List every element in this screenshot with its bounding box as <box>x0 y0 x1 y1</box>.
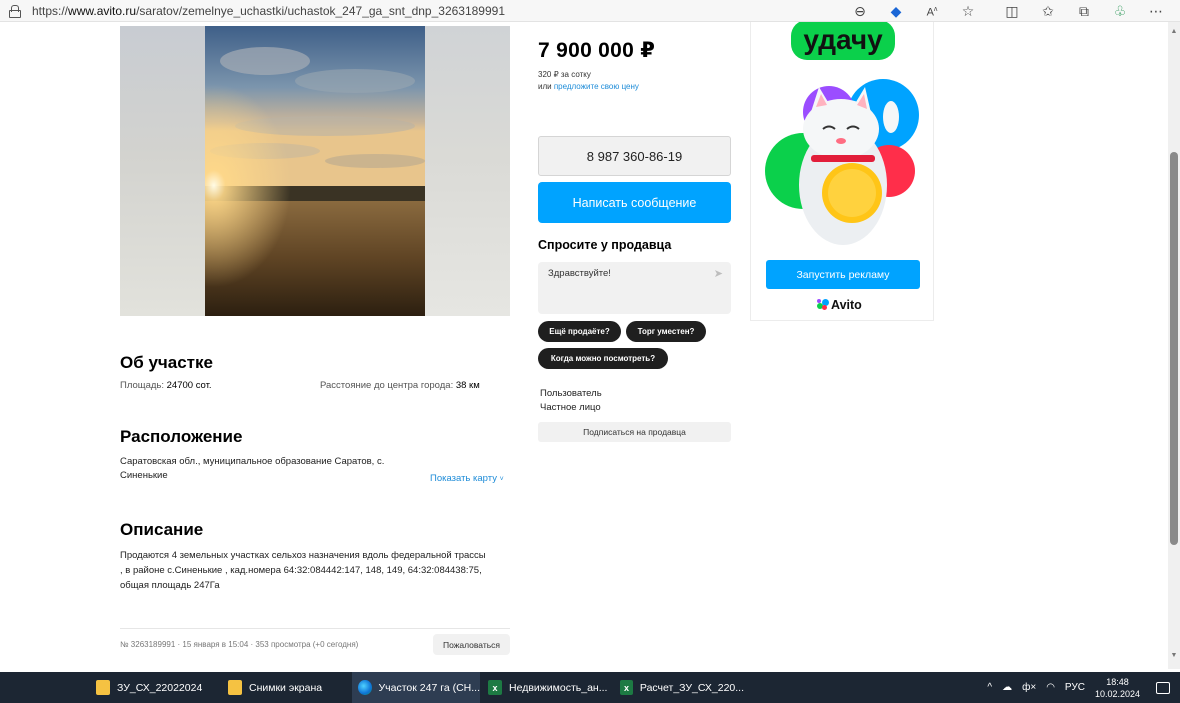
url-scheme: https:// <box>32 3 69 18</box>
gallery-blur-right <box>425 26 510 316</box>
ask-seller-title: Спросите у продавца <box>538 238 672 252</box>
listing-meta: № 3263189991 · 15 января в 15:04 · 353 п… <box>120 640 359 649</box>
url-domain: www.avito.ru <box>68 3 137 18</box>
taskbar-item-folder-1[interactable]: ЗУ_СХ_22022024 <box>96 672 226 703</box>
offer-prefix: или <box>538 82 554 91</box>
seller-info[interactable]: Пользователь Частное лицо <box>540 387 602 415</box>
price-details: 320 ₽ за сотку или предложите свою цену <box>538 69 639 93</box>
listing-photo[interactable] <box>205 26 425 316</box>
offer-price-link[interactable]: предложите свою цену <box>554 82 639 91</box>
scroll-up-icon[interactable]: ▲ <box>1168 28 1180 35</box>
price-per-unit: 320 ₽ за сотку <box>538 70 591 79</box>
photo-gallery[interactable] <box>120 26 510 316</box>
area-value: 24700 сот. <box>166 380 212 391</box>
favorite-icon[interactable]: ☆ <box>950 0 986 22</box>
price: 7 900 000 ₽ <box>538 39 656 62</box>
area-label: Площадь: <box>120 380 167 391</box>
scrollbar-thumb[interactable] <box>1170 152 1178 545</box>
subscribe-button[interactable]: Подписаться на продавца <box>538 422 731 442</box>
browser-toolbar: https://www.avito.ru/saratov/zemelnye_uc… <box>0 0 1180 22</box>
excel-icon: x <box>620 680 633 695</box>
read-aloud-icon[interactable]: Aʌ <box>914 0 950 23</box>
show-map-link[interactable]: Показать карту ˅ <box>430 472 504 487</box>
avito-logo-text: Avito <box>831 298 862 312</box>
ask-seller-input[interactable]: Здравствуйте! ➤ <box>538 262 731 314</box>
report-button[interactable]: Пожаловаться <box>433 634 510 655</box>
chip-bargain[interactable]: Торг уместен? <box>626 321 706 342</box>
clock-time: 18:48 <box>1106 676 1129 687</box>
seller-name[interactable]: Пользователь <box>540 387 602 401</box>
clock-date: 10.02.2024 <box>1094 688 1140 699</box>
about-title: Об участке <box>120 353 213 372</box>
favorites-bar-icon[interactable]: ✩ <box>1030 0 1066 22</box>
description-text: Продаются 4 земельных участках сельхоз н… <box>120 550 486 591</box>
zoom-icon[interactable]: ⊖ <box>842 0 878 22</box>
area-info: Площадь: 24700 сот. <box>120 379 212 393</box>
address-text: Саратовская обл., муниципальное образова… <box>120 456 385 481</box>
volume-icon[interactable]: ф× <box>1022 682 1036 693</box>
phone-button[interactable]: 8 987 360-86-19 <box>538 136 731 176</box>
taskbar-item-label: Участок 247 га (СН... <box>378 681 480 694</box>
taskbar-item-folder-2[interactable]: Снимки экрана <box>228 672 348 703</box>
avito-logo: Avito <box>817 298 862 312</box>
seller-type: Частное лицо <box>540 402 601 413</box>
collections-icon[interactable]: ⧉ <box>1066 0 1102 22</box>
edge-icon <box>358 680 372 695</box>
location-title: Расположение <box>120 427 243 446</box>
scroll-down-icon[interactable]: ▼ <box>1168 652 1180 659</box>
distance-info: Расстояние до центра города: 38 км <box>320 379 480 393</box>
chevron-up-icon[interactable]: ^ <box>987 682 992 693</box>
taskbar-item-label: Снимки экрана <box>249 681 323 694</box>
system-tray: ^ ☁ ф× ◠ РУС 18:48 10.02.2024 <box>987 672 1180 703</box>
address-bar[interactable]: https://www.avito.ru/saratov/zemelnye_uc… <box>32 4 505 18</box>
url-path: /saratov/zemelnye_uchastki/uchastok_247_… <box>136 3 506 18</box>
clock[interactable]: 18:48 10.02.2024 <box>1095 676 1140 700</box>
distance-label: Расстояние до центра города: <box>320 380 456 391</box>
launch-ad-button[interactable]: Запустить рекламу <box>766 260 920 289</box>
folder-icon <box>228 680 242 695</box>
taskbar-item-excel-1[interactable]: x Недвижимость_ан... <box>488 672 612 703</box>
chip-when-to-view[interactable]: Когда можно посмотреть? <box>538 348 668 369</box>
more-icon[interactable]: ⋯ <box>1138 0 1174 22</box>
taskbar-item-edge[interactable]: Участок 247 га (СН... <box>352 672 480 703</box>
send-icon[interactable]: ➤ <box>714 267 723 280</box>
excel-icon: x <box>488 680 502 695</box>
write-message-button[interactable]: Написать сообщение <box>538 182 731 223</box>
description-title: Описание <box>120 520 204 539</box>
divider <box>120 628 510 629</box>
notification-icon[interactable] <box>1156 681 1170 694</box>
taskbar-item-label: Расчет_ЗУ_СХ_220... <box>639 681 744 694</box>
ask-seller-text: Здравствуйте! <box>548 268 611 279</box>
taskbar-item-label: ЗУ_СХ_22022024 <box>117 681 203 694</box>
gallery-blur-left <box>120 26 205 316</box>
show-map-label: Показать карту <box>430 473 497 484</box>
taskbar: ЗУ_СХ_22022024 Снимки экрана Участок 247… <box>0 672 1180 703</box>
extension-icon[interactable]: ♧ <box>1102 0 1138 22</box>
chevron-down-icon: ˅ <box>499 476 504 483</box>
ad-headline: удачу <box>791 22 895 60</box>
scrollbar[interactable]: ▲ ▼ <box>1168 22 1180 669</box>
lock-icon[interactable] <box>9 5 21 18</box>
taskbar-item-label: Недвижимость_ан... <box>509 681 608 694</box>
folder-icon <box>96 680 110 695</box>
avito-dots-icon <box>817 299 830 311</box>
wifi-icon[interactable]: ◠ <box>1046 682 1055 693</box>
ad-banner[interactable]: удачу Запустить рекламу Avito <box>750 22 934 321</box>
split-screen-icon[interactable]: ◫ <box>994 0 1030 22</box>
language-indicator[interactable]: РУС <box>1065 682 1085 693</box>
taskbar-item-excel-2[interactable]: x Расчет_ЗУ_СХ_220... <box>620 672 744 703</box>
distance-value: 38 км <box>455 380 480 391</box>
cloud-icon[interactable]: ☁ <box>1002 682 1012 693</box>
page-content: Об участке Площадь: 24700 сот. Расстояни… <box>0 22 1168 669</box>
chip-still-selling[interactable]: Ещё продаёте? <box>538 321 621 342</box>
tag-icon[interactable]: ◆ <box>878 0 914 22</box>
offer-line: или предложите свою цену <box>538 81 639 93</box>
lucky-cat-illustration <box>765 79 919 245</box>
